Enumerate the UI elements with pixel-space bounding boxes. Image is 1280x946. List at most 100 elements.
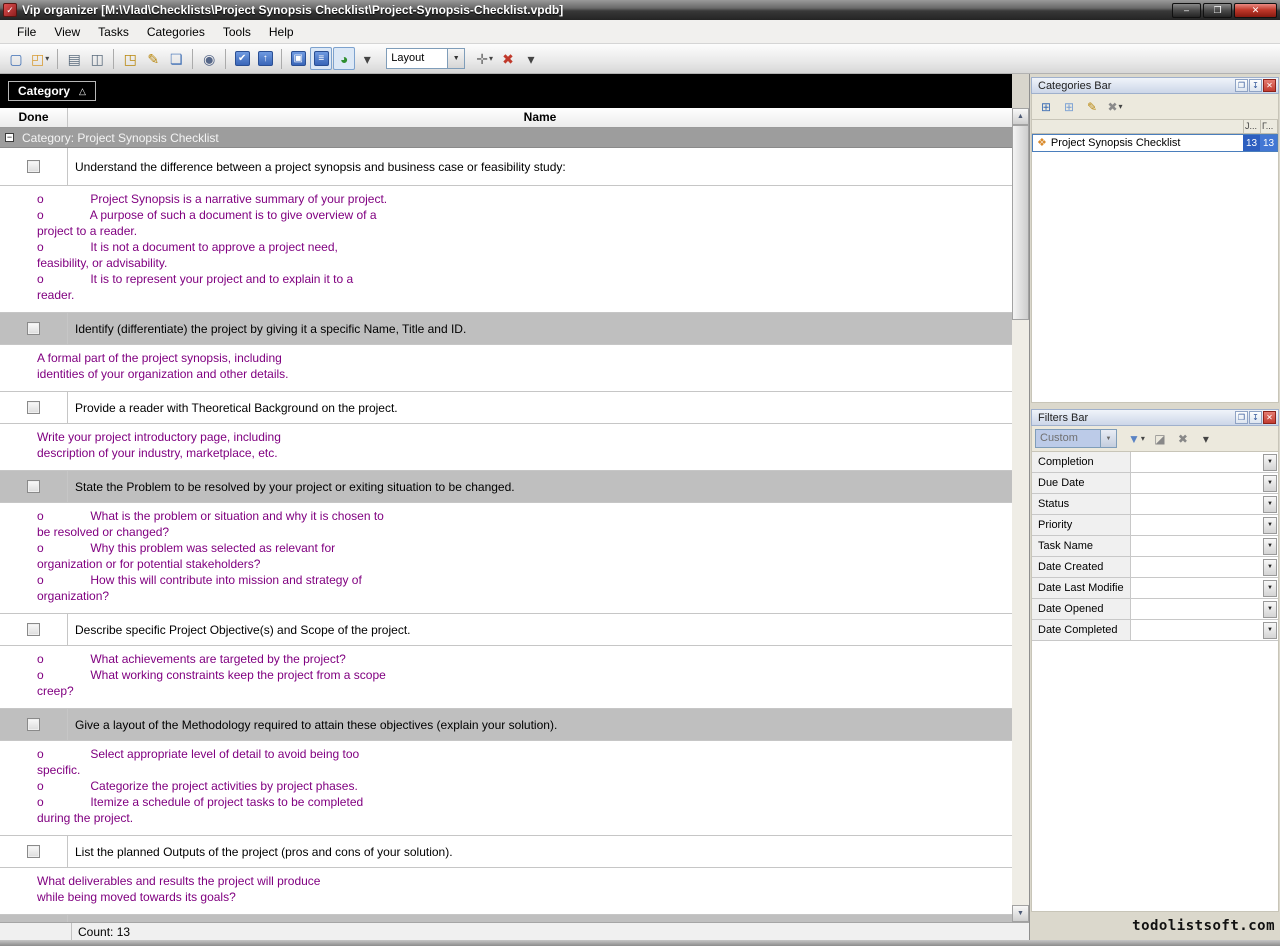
- filter-value-cell[interactable]: ▼: [1131, 620, 1278, 640]
- task-checkbox[interactable]: [27, 322, 40, 335]
- add-task-icon[interactable]: ◳: [119, 47, 141, 70]
- duplicate-task-icon[interactable]: ❏: [165, 47, 187, 70]
- task-row[interactable]: Give a layout of the Methodology require…: [0, 709, 1012, 741]
- delete-filter-icon[interactable]: ✖: [1172, 428, 1194, 449]
- clear-filter-icon[interactable]: ◪: [1149, 428, 1171, 449]
- filter-value-cell[interactable]: ▼: [1131, 599, 1278, 619]
- filter-value-cell[interactable]: ▼: [1131, 536, 1278, 556]
- edit-task-icon[interactable]: ✎: [142, 47, 164, 70]
- task-checkbox[interactable]: [27, 160, 40, 173]
- print-preview-icon[interactable]: ◫: [86, 47, 108, 70]
- menu-tasks[interactable]: Tasks: [89, 22, 138, 42]
- filter-dropdown-button[interactable]: ▼: [1263, 601, 1277, 618]
- panel-pin-icon[interactable]: ↧: [1249, 411, 1262, 424]
- filter-dropdown-button[interactable]: ▼: [1263, 580, 1277, 597]
- filter-label: Status: [1032, 494, 1131, 514]
- new-subcategory-icon[interactable]: ⊞: [1058, 96, 1080, 117]
- panel-restore-icon[interactable]: ❐: [1235, 411, 1248, 424]
- close-button[interactable]: ✕: [1234, 3, 1277, 18]
- filter-value-cell[interactable]: ▼: [1131, 494, 1278, 514]
- combobox-dropdown-icon[interactable]: ▼: [448, 48, 465, 69]
- category-tree-item[interactable]: ❖ Project Synopsis Checklist 13 13: [1032, 134, 1278, 152]
- count-column-header-2[interactable]: Г...: [1261, 120, 1278, 133]
- filter-label: Due Date: [1032, 473, 1131, 493]
- task-row[interactable]: List the planned Outputs of the project …: [0, 836, 1012, 868]
- panel-close-icon[interactable]: ✕: [1263, 411, 1276, 424]
- filters-bar-panel: Filters Bar ❐ ↧ ✕ Custom ▼ ▼▾◪✖▾ Complet…: [1031, 409, 1279, 912]
- reopen-task-icon[interactable]: ↑: [254, 47, 276, 70]
- scrollbar-thumb[interactable]: [1012, 125, 1029, 320]
- minimize-button[interactable]: –: [1172, 3, 1201, 18]
- checkbox-view-icon[interactable]: ▣: [287, 47, 309, 70]
- task-checkbox[interactable]: [27, 845, 40, 858]
- filter-dropdown-button[interactable]: ▼: [1263, 538, 1277, 555]
- scrollbar-track[interactable]: [1012, 320, 1029, 905]
- open-file-icon[interactable]: ◰▾: [28, 47, 52, 70]
- category-group-row[interactable]: − Category: Project Synopsis Checklist: [0, 128, 1012, 148]
- filter-value-cell[interactable]: ▼: [1131, 557, 1278, 577]
- scroll-down-icon[interactable]: ▼: [1012, 905, 1029, 922]
- filter-dropdown-button[interactable]: ▼: [1263, 475, 1277, 492]
- task-checkbox[interactable]: [27, 480, 40, 493]
- column-header-name[interactable]: Name: [68, 108, 1012, 127]
- filter-preset-combobox[interactable]: Custom ▼: [1035, 429, 1117, 448]
- rows-container: − Category: Project Synopsis Checklist U…: [0, 128, 1012, 922]
- complete-task-icon[interactable]: ✔: [231, 47, 253, 70]
- filter-dropdown-button[interactable]: ▼: [1263, 517, 1277, 534]
- new-file-icon[interactable]: ▢: [5, 47, 27, 70]
- task-name: List the planned Outputs of the project …: [68, 836, 1012, 867]
- panel-pin-icon[interactable]: ↧: [1249, 79, 1262, 92]
- vertical-scrollbar[interactable]: ▲ ▼: [1012, 74, 1029, 922]
- filter-dropdown-button[interactable]: ▼: [1263, 559, 1277, 576]
- menu-view[interactable]: View: [45, 22, 89, 42]
- collapse-icon[interactable]: −: [5, 133, 14, 142]
- customize-layout-icon[interactable]: ✛▾: [473, 47, 496, 70]
- task-checkbox[interactable]: [27, 401, 40, 414]
- toolbar-overflow-chevron-icon[interactable]: ▾: [520, 47, 542, 70]
- print-icon[interactable]: ▤: [63, 47, 85, 70]
- categories-name-column-header[interactable]: [1032, 120, 1244, 133]
- chart-view-icon[interactable]: ◕: [333, 47, 355, 70]
- filter-dropdown-button[interactable]: ▼: [1263, 622, 1277, 639]
- menu-tools[interactable]: Tools: [214, 22, 260, 42]
- filter-value-cell[interactable]: ▼: [1131, 515, 1278, 535]
- delete-layout-icon[interactable]: ✖: [497, 47, 519, 70]
- view-options-chevron-icon[interactable]: ▾: [356, 47, 378, 70]
- task-row[interactable]: Review the Life Cycle of the Project: [0, 915, 1012, 922]
- task-row[interactable]: Provide a reader with Theoretical Backgr…: [0, 392, 1012, 424]
- task-row[interactable]: Describe specific Project Objective(s) a…: [0, 614, 1012, 646]
- menu-bar: File View Tasks Categories Tools Help: [0, 20, 1280, 44]
- filter-combobox-dropdown-icon[interactable]: ▼: [1101, 429, 1117, 448]
- filters-overflow-chevron-icon[interactable]: ▾: [1195, 428, 1217, 449]
- task-checkbox[interactable]: [27, 623, 40, 636]
- task-note-line: o A purpose of such a document is to giv…: [0, 207, 1012, 223]
- panel-restore-icon[interactable]: ❐: [1235, 79, 1248, 92]
- done-cell: [0, 313, 68, 344]
- categories-column-headers: J... Г...: [1031, 120, 1279, 134]
- task-checkbox[interactable]: [27, 718, 40, 731]
- scroll-up-icon[interactable]: ▲: [1012, 108, 1029, 125]
- maximize-button[interactable]: ❐: [1203, 3, 1232, 18]
- menu-file[interactable]: File: [8, 22, 45, 42]
- count-column-header-1[interactable]: J...: [1244, 120, 1261, 133]
- task-row[interactable]: Understand the difference between a proj…: [0, 148, 1012, 186]
- filter-value-cell[interactable]: ▼: [1131, 578, 1278, 598]
- view-notes-icon[interactable]: ◉: [198, 47, 220, 70]
- layout-combobox[interactable]: Layout ▼: [386, 48, 465, 69]
- filter-value-cell[interactable]: ▼: [1131, 452, 1278, 472]
- filter-dropdown-button[interactable]: ▼: [1263, 454, 1277, 471]
- menu-help[interactable]: Help: [260, 22, 303, 42]
- delete-category-icon[interactable]: ✖▾: [1104, 96, 1126, 117]
- filter-dropdown-button[interactable]: ▼: [1263, 496, 1277, 513]
- new-category-icon[interactable]: ⊞: [1035, 96, 1057, 117]
- list-view-icon[interactable]: ≡: [310, 47, 332, 70]
- menu-categories[interactable]: Categories: [138, 22, 214, 42]
- apply-filter-icon[interactable]: ▼▾: [1125, 428, 1148, 449]
- panel-close-icon[interactable]: ✕: [1263, 79, 1276, 92]
- group-by-category-tab[interactable]: Category △: [8, 81, 96, 101]
- task-row[interactable]: Identify (differentiate) the project by …: [0, 313, 1012, 345]
- task-row[interactable]: State the Problem to be resolved by your…: [0, 471, 1012, 503]
- edit-category-icon[interactable]: ✎: [1081, 96, 1103, 117]
- filter-value-cell[interactable]: ▼: [1131, 473, 1278, 493]
- column-header-done[interactable]: Done: [0, 108, 68, 127]
